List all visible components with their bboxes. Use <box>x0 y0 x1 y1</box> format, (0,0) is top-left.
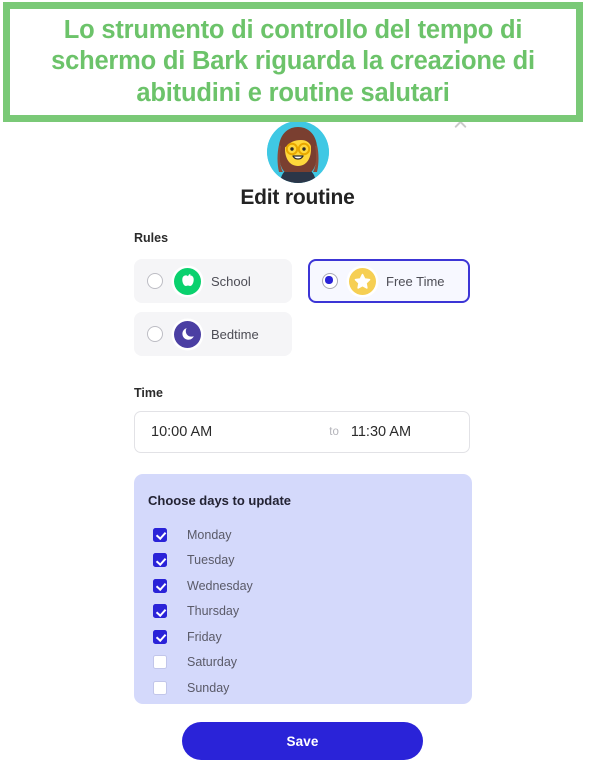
day-label: Tuesday <box>187 553 235 568</box>
time-label: Time <box>134 386 163 400</box>
apple-icon <box>174 267 201 295</box>
day-checkbox[interactable] <box>153 553 167 568</box>
day-checkbox[interactable] <box>153 629 167 644</box>
caption-text: Lo strumento di controllo del tempo di s… <box>51 16 535 107</box>
day-row[interactable]: Friday <box>153 624 472 650</box>
day-checkbox[interactable] <box>153 655 167 670</box>
time-end-input[interactable]: 11:30 AM <box>351 424 411 440</box>
rule-option-bedtime[interactable]: Bedtime <box>134 312 292 356</box>
day-label: Wednesday <box>187 578 253 593</box>
day-checkbox[interactable] <box>153 578 167 593</box>
day-row[interactable]: Tuesday <box>153 548 472 574</box>
page-title: Edit routine <box>240 186 355 209</box>
rule-option-free-time[interactable]: Free Time <box>308 259 470 303</box>
day-label: Saturday <box>187 655 238 670</box>
radio-school[interactable] <box>147 273 163 289</box>
rule-label-school: School <box>211 273 251 289</box>
day-checkbox[interactable] <box>153 604 167 619</box>
time-range-field[interactable]: 10:00 AM to 11:30 AM <box>134 411 470 453</box>
star-icon <box>349 267 376 295</box>
rule-label-free-time: Free Time <box>386 273 445 289</box>
day-checkbox[interactable] <box>153 680 167 695</box>
day-label: Thursday <box>187 604 240 619</box>
day-row[interactable]: Monday <box>153 522 472 548</box>
avatar-image <box>266 121 329 183</box>
girl-with-glasses-avatar-svg <box>266 121 329 183</box>
moon-icon <box>174 320 201 348</box>
rule-label-bedtime: Bedtime <box>211 326 259 342</box>
day-row[interactable]: Saturday <box>153 650 472 676</box>
moon-icon-svg <box>181 328 194 340</box>
apple-icon-svg <box>181 274 194 286</box>
radio-free-time[interactable] <box>322 273 338 289</box>
star-icon-svg <box>354 273 371 289</box>
rule-option-school[interactable]: School <box>134 259 292 303</box>
save-button[interactable]: Save <box>182 722 423 760</box>
radio-bedtime[interactable] <box>147 326 163 342</box>
choose-days-panel: Choose days to update Monday Tuesday Wedne… <box>134 474 472 704</box>
caption-banner: Lo strumento di controllo del tempo di s… <box>3 2 583 122</box>
day-row[interactable]: Wednesday <box>153 573 472 599</box>
days-list: Monday Tuesday Wednesday Thursday Friday Satu… <box>148 522 472 701</box>
day-checkbox[interactable] <box>153 527 167 542</box>
day-label: Friday <box>187 629 222 644</box>
day-row[interactable]: Thursday <box>153 599 472 625</box>
time-separator-label: to <box>329 426 339 438</box>
day-row[interactable]: Sunday <box>153 675 472 701</box>
day-label: Monday <box>187 527 232 542</box>
day-label: Sunday <box>187 680 230 695</box>
choose-days-title: Choose days to update <box>148 493 292 508</box>
time-start-input[interactable]: 10:00 AM <box>151 424 212 440</box>
rules-label: Rules <box>134 231 169 245</box>
avatar <box>266 121 329 183</box>
